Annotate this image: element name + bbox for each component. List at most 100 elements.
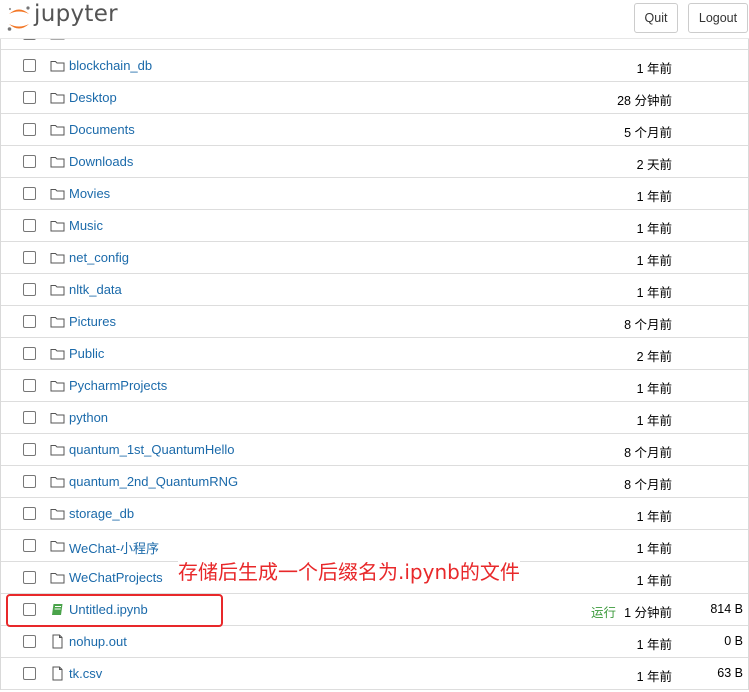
- select-checkbox[interactable]: [23, 123, 36, 136]
- folder-icon: [50, 474, 65, 489]
- folder-icon: [50, 442, 65, 457]
- file-name-link[interactable]: PycharmProjects: [69, 378, 167, 393]
- last-modified: 8 个月前: [624, 478, 672, 492]
- select-checkbox[interactable]: [23, 667, 36, 680]
- select-checkbox[interactable]: [23, 475, 36, 488]
- last-modified: 1 年前: [636, 542, 672, 556]
- file-row[interactable]: nohup.out 1 年前 0 B: [1, 626, 748, 658]
- file-name-link[interactable]: tk.csv: [69, 666, 102, 681]
- select-checkbox[interactable]: [23, 91, 36, 104]
- file-name-link[interactable]: net_config: [69, 250, 129, 265]
- file-row[interactable]: storage_db 1 年前: [1, 498, 748, 530]
- file-name-link[interactable]: storage_db: [69, 506, 134, 521]
- folder-icon: [50, 282, 65, 297]
- select-checkbox[interactable]: [23, 571, 36, 584]
- running-status: 运行: [590, 606, 616, 620]
- folder-icon: [50, 218, 65, 233]
- file-name-link[interactable]: quantum_1st_QuantumHello: [69, 442, 235, 457]
- logo-text: jupyter: [34, 1, 118, 27]
- file-row[interactable]: python 1 年前: [1, 402, 748, 434]
- file-row[interactable]: net_config 1 年前: [1, 242, 748, 274]
- file-name-link[interactable]: python: [69, 410, 108, 425]
- last-modified: 8 个月前: [624, 446, 672, 460]
- file-list: blockchain_db 1 年前 Desktop 28 分钟前 Documents 5…: [0, 18, 749, 690]
- file-name-link[interactable]: Public: [69, 346, 104, 361]
- file-row[interactable]: PycharmProjects 1 年前: [1, 370, 748, 402]
- file-row[interactable]: Public 2 年前: [1, 338, 748, 370]
- folder-icon: [50, 250, 65, 265]
- file-row[interactable]: Documents 5 个月前: [1, 114, 748, 146]
- jupyter-logo-icon: [7, 6, 30, 31]
- last-modified: 1 年前: [636, 638, 672, 652]
- folder-icon: [50, 90, 65, 105]
- file-name-link[interactable]: Downloads: [69, 154, 133, 169]
- last-modified: 1 分钟前: [624, 606, 672, 620]
- select-checkbox[interactable]: [23, 443, 36, 456]
- select-checkbox[interactable]: [23, 187, 36, 200]
- folder-icon: [50, 314, 65, 329]
- file-name-link[interactable]: Music: [69, 218, 103, 233]
- select-checkbox[interactable]: [23, 315, 36, 328]
- folder-icon: [50, 122, 65, 137]
- select-checkbox[interactable]: [23, 411, 36, 424]
- last-modified: 1 年前: [636, 670, 672, 684]
- file-row[interactable]: Pictures 8 个月前: [1, 306, 748, 338]
- folder-icon: [50, 186, 65, 201]
- file-name-link[interactable]: nohup.out: [69, 634, 127, 649]
- last-modified: 1 年前: [636, 382, 672, 396]
- last-modified: 2 天前: [636, 158, 672, 172]
- select-checkbox[interactable]: [23, 283, 36, 296]
- file-name-link[interactable]: WeChat-小程序: [69, 538, 159, 557]
- last-modified: 1 年前: [636, 190, 672, 204]
- last-modified: 8 个月前: [624, 318, 672, 332]
- folder-icon: [50, 410, 65, 425]
- file-row[interactable]: quantum_1st_QuantumHello 8 个月前: [1, 434, 748, 466]
- select-checkbox[interactable]: [23, 539, 36, 552]
- file-row[interactable]: Desktop 28 分钟前: [1, 82, 748, 114]
- select-checkbox[interactable]: [23, 155, 36, 168]
- select-checkbox[interactable]: [23, 219, 36, 232]
- file-name-link[interactable]: blockchain_db: [69, 58, 152, 73]
- file-size: 63 B: [717, 666, 743, 680]
- select-checkbox[interactable]: [23, 507, 36, 520]
- file-row[interactable]: Music 1 年前: [1, 210, 748, 242]
- last-modified: 1 年前: [636, 254, 672, 268]
- select-checkbox[interactable]: [23, 59, 36, 72]
- annotation-text: 存储后生成一个后缀名为.ipynb的文件: [178, 556, 520, 585]
- file-row[interactable]: blockchain_db 1 年前: [1, 50, 748, 82]
- file-name-link[interactable]: nltk_data: [69, 282, 122, 297]
- logout-button[interactable]: Logout: [688, 3, 748, 33]
- file-row[interactable]: quantum_2nd_QuantumRNG 8 个月前: [1, 466, 748, 498]
- header-bar: jupyter Quit Logout: [0, 0, 749, 39]
- file-name-link[interactable]: Movies: [69, 186, 110, 201]
- file-name-link[interactable]: quantum_2nd_QuantumRNG: [69, 474, 238, 489]
- file-row[interactable]: Downloads 2 天前: [1, 146, 748, 178]
- file-icon: [50, 666, 65, 681]
- folder-icon: [50, 378, 65, 393]
- file-row[interactable]: tk.csv 1 年前 63 B: [1, 658, 748, 690]
- last-modified: 28 分钟前: [617, 94, 672, 108]
- file-size: 814 B: [710, 602, 743, 616]
- annotation-highlight-box: [6, 594, 223, 627]
- folder-icon: [50, 506, 65, 521]
- select-checkbox[interactable]: [23, 251, 36, 264]
- file-size: 0 B: [724, 634, 743, 648]
- quit-button[interactable]: Quit: [634, 3, 678, 33]
- file-row[interactable]: Movies 1 年前: [1, 178, 748, 210]
- select-checkbox[interactable]: [23, 347, 36, 360]
- last-modified: 1 年前: [636, 574, 672, 588]
- select-checkbox[interactable]: [23, 379, 36, 392]
- last-modified: 1 年前: [636, 414, 672, 428]
- file-row[interactable]: nltk_data 1 年前: [1, 274, 748, 306]
- file-name-link[interactable]: Documents: [69, 122, 135, 137]
- file-name-link[interactable]: Desktop: [69, 90, 117, 105]
- last-modified: 2 年前: [636, 350, 672, 364]
- file-icon: [50, 634, 65, 649]
- last-modified: 1 年前: [636, 222, 672, 236]
- last-modified: 1 年前: [636, 62, 672, 76]
- last-modified: 1 年前: [636, 510, 672, 524]
- file-name-link[interactable]: WeChatProjects: [69, 570, 163, 585]
- folder-icon: [50, 538, 65, 553]
- select-checkbox[interactable]: [23, 635, 36, 648]
- file-name-link[interactable]: Pictures: [69, 314, 116, 329]
